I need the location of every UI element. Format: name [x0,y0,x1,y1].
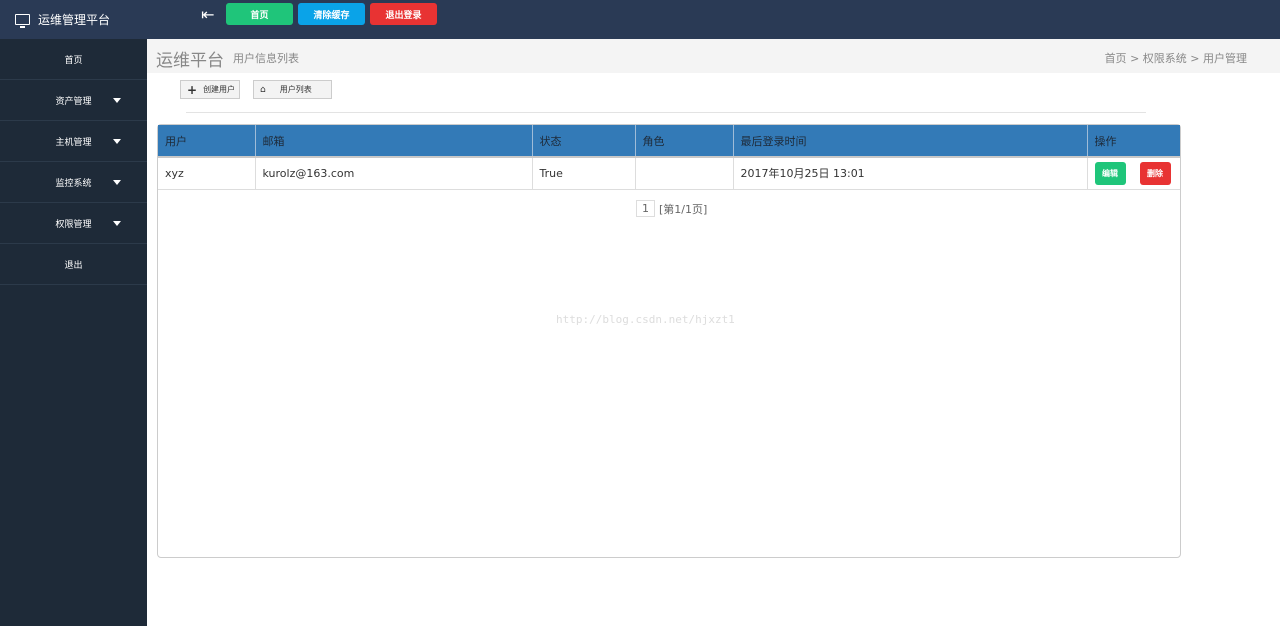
breadcrumb: 首页 > 权限系统 > 用户管理 [1105,50,1247,66]
sidebar-item-label: 首页 [64,55,83,66]
watermark: http://blog.csdn.net/hjxzt1 [556,313,735,326]
user-table-panel: 用户 邮箱 状态 角色 最后登录时间 操作 xyz kurolz@163.com… [157,124,1181,558]
monitor-icon [15,14,30,28]
delete-button[interactable]: 删除 [1139,161,1171,185]
col-actions: 操作 [1087,125,1180,158]
col-user: 用户 [158,125,256,158]
app-title: 运维管理平台 [38,13,111,27]
sidebar-item-label: 退出 [64,260,83,271]
user-list-button[interactable]: ⌂ 用户列表 [253,80,332,99]
col-role: 角色 [635,125,734,158]
page-info: [第1/1页] [659,202,708,216]
sidebar-item-permissions[interactable]: 权限管理 [0,203,147,244]
table-row: xyz kurolz@163.com True 2017年10月25日 13:0… [158,157,1180,190]
create-user-label: 创建用户 [203,85,236,94]
breadcrumb-current: 用户管理 [1203,52,1247,65]
home-button[interactable]: 首页 [226,3,293,25]
home-icon: ⌂ [260,84,266,95]
page-title: 运维平台 [156,51,224,71]
brand: 运维管理平台 [15,11,110,28]
cell-email: kurolz@163.com [255,157,533,190]
create-user-button[interactable]: + 创建用户 [180,80,240,99]
caret-down-icon [113,221,121,226]
sidebar-item-hosts[interactable]: 主机管理 [0,121,147,162]
title-bar: 运维平台 用户信息列表 首页 > 权限系统 > 用户管理 [147,39,1280,73]
sidebar-toggle-icon[interactable]: ⇤ [201,5,214,24]
user-table: 用户 邮箱 状态 角色 最后登录时间 操作 xyz kurolz@163.com… [158,125,1180,190]
clear-cache-button[interactable]: 清除缓存 [298,3,365,25]
sidebar-item-label: 监控系统 [55,178,92,189]
top-bar: 运维管理平台 ⇤ 首页 清除缓存 退出登录 [0,0,1280,39]
sidebar-item-label: 主机管理 [55,137,92,148]
sidebar-item-monitoring[interactable]: 监控系统 [0,162,147,203]
sidebar-item-assets[interactable]: 资产管理 [0,80,147,121]
sidebar-item-label: 权限管理 [55,219,92,230]
sidebar-item-label: 资产管理 [55,96,92,107]
cell-role [635,157,734,190]
plus-icon: + [187,82,198,97]
breadcrumb-sep: > [1190,52,1200,65]
col-status: 状态 [532,125,636,158]
logout-button[interactable]: 退出登录 [370,3,437,25]
page-subtitle: 用户信息列表 [233,52,299,65]
caret-down-icon [113,139,121,144]
edit-button[interactable]: 编辑 [1094,161,1126,185]
page-1-link[interactable]: 1 [636,200,655,217]
user-list-label: 用户列表 [279,85,312,94]
divider [186,112,1146,113]
cell-status: True [532,157,636,190]
col-email: 邮箱 [255,125,533,158]
sidebar-item-home[interactable]: 首页 [0,39,147,80]
breadcrumb-sep: > [1130,52,1140,65]
sidebar-item-exit[interactable]: 退出 [0,244,147,285]
sidebar: 首页 资产管理 主机管理 监控系统 权限管理 退出 [0,39,147,626]
caret-down-icon [113,180,121,185]
breadcrumb-home[interactable]: 首页 [1105,52,1127,65]
cell-user: xyz [158,157,256,190]
caret-down-icon [113,98,121,103]
pagination: 1 [第1/1页] [636,200,707,217]
cell-last-login: 2017年10月25日 13:01 [733,157,1088,190]
col-last-login: 最后登录时间 [733,125,1088,158]
breadcrumb-permissions[interactable]: 权限系统 [1143,52,1187,65]
cell-actions: 编辑 删除 [1087,157,1180,190]
